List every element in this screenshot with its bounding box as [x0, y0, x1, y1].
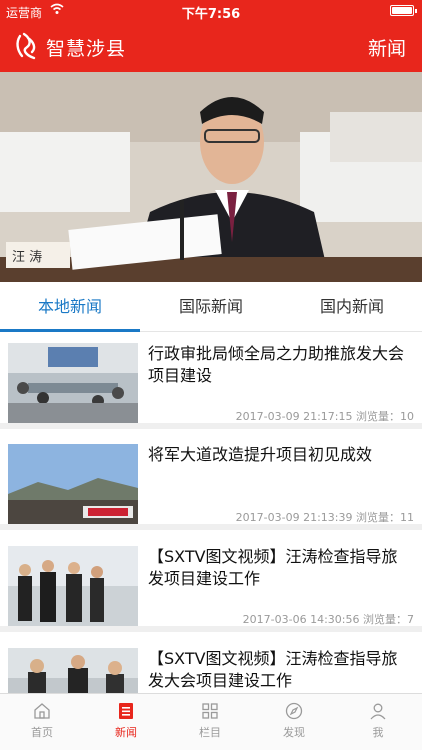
news-thumbnail	[8, 648, 138, 693]
status-bar: 运营商 下午7:56	[0, 0, 422, 22]
news-title: 行政审批局倾全局之力助推旅发大会项目建设	[148, 344, 405, 385]
user-icon	[370, 703, 386, 720]
tabbar-label: 首页	[31, 726, 53, 739]
news-meta: 2017-03-06 14:30:56 浏览量：7	[243, 611, 414, 627]
app-title: 智慧涉县	[46, 38, 127, 60]
tab-label: 本地新闻	[37, 297, 102, 316]
news-list[interactable]: 行政审批局倾全局之力助推旅发大会项目建设 2017-03-09 21:17:15…	[0, 333, 422, 693]
views-count: 11	[400, 511, 414, 524]
tab-domestic-news[interactable]: 国内新闻	[282, 282, 422, 332]
news-title: 【SXTV图文视频】汪涛检查指导旅发项目建设工作	[148, 547, 398, 588]
news-title: 【SXTV图文视频】汪涛检查指导旅发大会项目建设工作	[148, 649, 398, 690]
tab-label: 国际新闻	[178, 297, 243, 316]
section-title: 新闻	[367, 38, 406, 60]
news-icon	[119, 703, 133, 719]
tabbar-label: 新闻	[115, 726, 137, 739]
news-meta: 2017-03-09 21:17:15 浏览量：10	[236, 408, 414, 424]
nav-bar: 智慧涉县 新闻	[0, 22, 422, 72]
tab-local-news[interactable]: 本地新闻	[0, 282, 140, 332]
news-item[interactable]: 【SXTV图文视频】汪涛检查指导旅发项目建设工作 2017-03-06 14:3…	[0, 536, 422, 632]
clock: 下午7:56	[181, 7, 241, 22]
compass-icon	[285, 702, 303, 720]
news-item[interactable]: 【SXTV图文视频】汪涛检查指导旅发大会项目建设工作	[0, 638, 422, 693]
news-thumbnail	[8, 444, 138, 524]
news-item[interactable]: 将军大道改造提升项目初见成效 2017-03-09 21:13:39 浏览量：1…	[0, 434, 422, 530]
grid-icon	[202, 703, 218, 719]
bottom-tab-bar: 首页 新闻 栏目 发现 我	[0, 693, 422, 750]
news-title: 将军大道改造提升项目初见成效	[148, 445, 373, 464]
views-count: 10	[400, 410, 414, 423]
tabbar-item-columns[interactable]: 栏目	[168, 694, 252, 750]
divider	[0, 524, 422, 530]
tabbar-item-me[interactable]: 我	[336, 694, 420, 750]
battery-icon	[390, 5, 417, 16]
hero-caption: 汪 涛	[12, 249, 42, 265]
views-count: 7	[407, 613, 414, 626]
hero-banner[interactable]: 汪 涛	[0, 72, 422, 282]
tabbar-item-discover[interactable]: 发现	[252, 694, 336, 750]
divider	[0, 626, 422, 632]
tabbar-item-home[interactable]: 首页	[0, 694, 84, 750]
news-date: 2017-03-09 21:13:39	[235, 511, 353, 524]
news-meta: 2017-03-09 21:13:39 浏览量：11	[236, 509, 414, 525]
tabbar-label: 栏目	[199, 726, 221, 739]
app-logo-icon	[16, 32, 36, 60]
tabbar-label: 发现	[283, 726, 305, 739]
tabbar-label: 我	[372, 726, 384, 739]
views-label: 浏览量：	[356, 410, 400, 423]
tab-international-news[interactable]: 国际新闻	[141, 282, 281, 332]
divider	[0, 423, 422, 429]
active-tab-indicator	[0, 329, 140, 332]
home-icon	[34, 703, 50, 719]
views-label: 浏览量：	[363, 613, 407, 626]
news-thumbnail	[8, 546, 138, 626]
battery-fill	[392, 7, 412, 14]
app-header: 运营商 下午7:56 智慧涉县 新闻	[0, 0, 422, 72]
news-thumbnail	[8, 343, 138, 423]
news-date: 2017-03-06 14:30:56	[242, 613, 360, 626]
news-date: 2017-03-09 21:17:15	[235, 410, 353, 423]
tabbar-item-news[interactable]: 新闻	[84, 694, 168, 750]
hero-image: 汪 涛	[0, 72, 422, 282]
tab-label: 国内新闻	[319, 297, 384, 316]
views-label: 浏览量：	[356, 511, 400, 524]
news-item[interactable]: 行政审批局倾全局之力助推旅发大会项目建设 2017-03-09 21:17:15…	[0, 333, 422, 429]
news-category-tabs: 本地新闻 国际新闻 国内新闻	[0, 282, 422, 332]
